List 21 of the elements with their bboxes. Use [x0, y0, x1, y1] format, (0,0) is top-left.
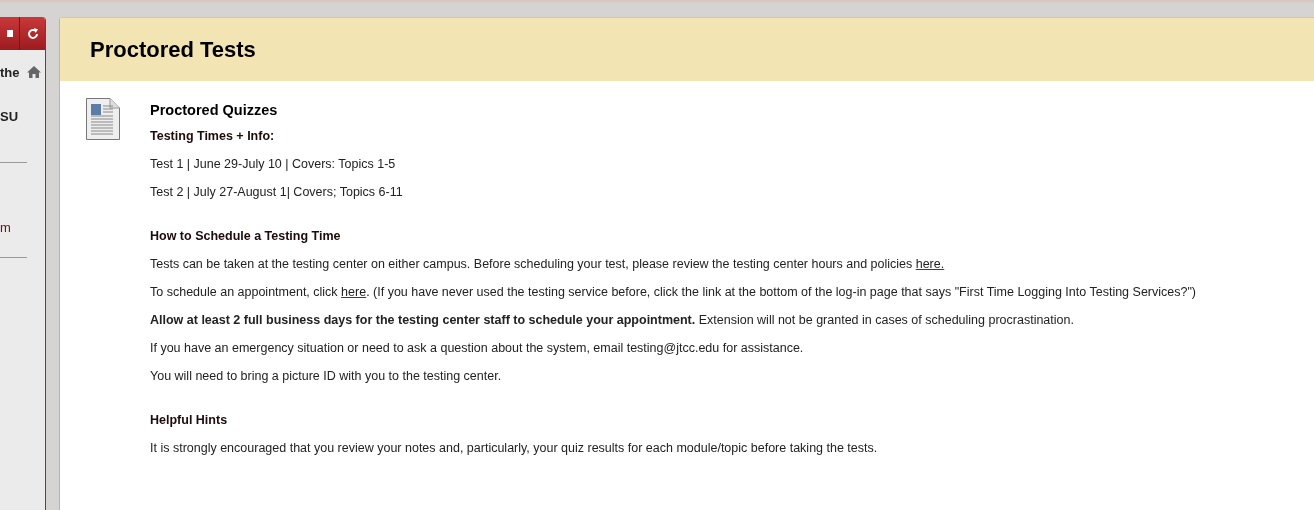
refresh-icon — [26, 27, 39, 40]
paragraph: To schedule an appointment, click here. (If you have never used the testing service before, click the link at the bottom of the log-in page that says "First Time Logging Into Testing Services?") — [150, 284, 1197, 301]
section-heading: How to Schedule a Testing Time — [150, 228, 342, 245]
square-icon — [7, 30, 13, 37]
link[interactable]: here. — [915, 257, 945, 271]
item-title: Proctored Quizzes — [150, 101, 279, 120]
paragraph: Test 2 | July 27-August 1| Covers; Topics 6-11 — [150, 184, 404, 201]
home-icon[interactable] — [27, 66, 41, 78]
paragraph: Test 1 | June 29-July 10 | Covers: Topics 1-5 — [150, 156, 397, 173]
sidebar-item[interactable]: m — [0, 219, 11, 235]
section-heading: Helpful Hints — [150, 412, 229, 429]
paragraph: You will need to bring a picture ID with you to the testing center. — [150, 368, 503, 385]
paragraph: Allow at least 2 full business days for the testing center staff to schedule your appointment. Extension will not be granted in cases of scheduling procrastination. — [150, 312, 1075, 329]
section-heading: Testing Times + Info: — [150, 128, 276, 145]
sidebar-item[interactable]: SU — [0, 108, 19, 124]
paragraph: Tests can be taken at the testing center on either campus. Before scheduling your test, please review the testing center hours and policies here. — [150, 256, 946, 273]
document-icon — [86, 98, 120, 140]
page-title: Proctored Tests — [90, 36, 256, 63]
paragraph: If you have an emergency situation or need to ask a question about the system, email testing@jtcc.edu for assistance. — [150, 340, 805, 357]
paragraph: It is strongly encouraged that you review your notes and, particularly, your quiz results for each module/topic before taking the tests. — [150, 440, 879, 457]
sidebar-item[interactable]: the — [0, 64, 20, 80]
